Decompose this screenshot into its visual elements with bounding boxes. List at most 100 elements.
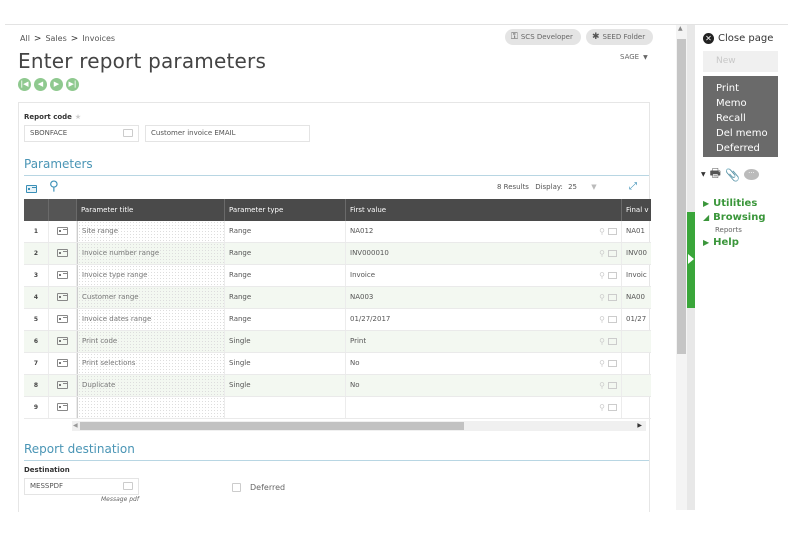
table-row[interactable]: 8 Duplicate Single No ⚲ [24, 375, 651, 397]
row-detail-icon[interactable] [57, 359, 68, 367]
lookup-icon[interactable]: ⚲ [599, 265, 605, 286]
destination-field[interactable]: MESSPDF [24, 478, 139, 495]
collapse-panel-handle[interactable] [687, 212, 695, 308]
menu-item-deferred[interactable]: Deferred [716, 141, 778, 156]
selection-icon[interactable] [608, 250, 617, 257]
lookup-icon[interactable]: ⚲ [599, 331, 605, 352]
first-value-cell[interactable]: Print ⚲ [346, 331, 622, 352]
next-record-icon[interactable]: ▶ [50, 78, 63, 91]
column-header-parameter-title[interactable]: Parameter title [77, 199, 225, 221]
final-value-cell[interactable] [622, 331, 651, 352]
lookup-icon[interactable]: ⚲ [599, 243, 605, 264]
row-detail-icon[interactable] [57, 271, 68, 279]
tree-item-reports[interactable]: Reports [703, 225, 765, 236]
comment-icon[interactable]: ··· [743, 169, 759, 180]
new-button[interactable]: New [703, 51, 778, 72]
table-row[interactable]: 5 Invoice dates range Range 01/27/2017 ⚲ 01/2… [24, 309, 651, 331]
display-dropdown-icon[interactable]: ▼ [591, 183, 596, 191]
paperclip-icon[interactable]: 📎 [725, 168, 740, 182]
selection-icon[interactable] [608, 360, 617, 367]
menu-item-recall[interactable]: Recall [716, 111, 778, 126]
row-detail-cell[interactable] [49, 331, 77, 352]
selection-icon[interactable] [608, 382, 617, 389]
final-value-cell[interactable]: NA01 [622, 221, 651, 242]
final-value-cell[interactable] [622, 353, 651, 374]
row-detail-icon[interactable] [57, 249, 68, 257]
breadcrumb-all[interactable]: All [20, 34, 30, 43]
column-header-first-value[interactable]: First value [346, 199, 622, 221]
row-detail-icon[interactable] [57, 337, 68, 345]
column-header-parameter-type[interactable]: Parameter type [225, 199, 346, 221]
first-value-cell[interactable]: NA012 ⚲ [346, 221, 622, 242]
final-value-cell[interactable] [622, 397, 651, 418]
close-page-button[interactable]: ✕ Close page [703, 33, 773, 44]
first-value-cell[interactable]: INV000010 ⚲ [346, 243, 622, 264]
row-detail-icon[interactable] [57, 315, 68, 323]
first-record-icon[interactable]: |◀ [18, 78, 31, 91]
row-detail-icon[interactable] [57, 381, 68, 389]
tree-item-utilities[interactable]: ▶ Utilities [703, 197, 765, 211]
selection-icon[interactable] [123, 482, 133, 490]
table-row[interactable]: 2 Invoice number range Range INV000010 ⚲ INV0… [24, 243, 651, 265]
expand-icon[interactable]: ⤢ [629, 181, 637, 192]
first-value-cell[interactable]: No ⚲ [346, 353, 622, 374]
dropdown-caret-icon[interactable]: ▼ [701, 171, 706, 178]
selection-icon[interactable] [608, 404, 617, 411]
row-detail-cell[interactable] [49, 243, 77, 264]
lookup-icon[interactable]: ⚲ [599, 287, 605, 308]
final-value-cell[interactable]: 01/27 [622, 309, 651, 330]
first-value-cell[interactable]: ⚲ [346, 397, 622, 418]
row-detail-cell[interactable] [49, 397, 77, 418]
display-value[interactable]: 25 [568, 183, 577, 191]
breadcrumb-sales[interactable]: Sales [45, 34, 66, 43]
row-detail-icon[interactable] [57, 403, 68, 411]
menu-item-memo[interactable]: Memo [716, 96, 778, 111]
printer-icon[interactable]: 🖶 [710, 164, 721, 185]
row-detail-icon[interactable] [57, 293, 68, 301]
selection-icon[interactable] [608, 338, 617, 345]
table-row[interactable]: 1 Site range Range NA012 ⚲ NA01 [24, 221, 651, 243]
scroll-left-icon[interactable]: ◀ [73, 421, 78, 431]
breadcrumb-invoices[interactable]: Invoices [82, 34, 115, 43]
lookup-icon[interactable]: ⚲ [599, 397, 605, 418]
horizontal-scroll-thumb[interactable] [80, 422, 464, 430]
table-row[interactable]: 6 Print code Single Print ⚲ [24, 331, 651, 353]
last-record-icon[interactable]: ▶| [66, 78, 79, 91]
horizontal-scrollbar[interactable]: ◀ ▶ [72, 421, 646, 431]
row-detail-cell[interactable] [49, 221, 77, 242]
scs-developer-button[interactable]: ⚿ SCS Developer [505, 29, 581, 45]
menu-item-del-memo[interactable]: Del memo [716, 126, 778, 141]
final-value-cell[interactable] [622, 375, 651, 396]
row-detail-icon[interactable] [57, 227, 68, 235]
table-row[interactable]: 3 Invoice type range Range Invoice ⚲ Invoic [24, 265, 651, 287]
seed-folder-button[interactable]: ✱ SEED Folder [586, 29, 654, 45]
detail-view-icon[interactable] [26, 183, 37, 196]
lookup-icon[interactable]: ⚲ [599, 375, 605, 396]
first-value-cell[interactable]: NA003 ⚲ [346, 287, 622, 308]
selection-icon[interactable] [608, 294, 617, 301]
menu-item-print[interactable]: Print [716, 81, 778, 96]
row-detail-cell[interactable] [49, 265, 77, 286]
tree-item-browsing[interactable]: ◢ Browsing [703, 211, 765, 225]
vertical-scroll-thumb[interactable] [677, 39, 686, 354]
final-value-cell[interactable]: NA00 [622, 287, 651, 308]
lookup-icon[interactable]: ⚲ [599, 221, 605, 242]
scroll-right-icon[interactable]: ▶ [637, 421, 642, 431]
selection-icon[interactable] [608, 272, 617, 279]
final-value-cell[interactable]: INV00 [622, 243, 651, 264]
lookup-icon[interactable]: ⚲ [599, 309, 605, 330]
previous-record-icon[interactable]: ◀ [34, 78, 47, 91]
vertical-scrollbar[interactable]: ▲ [676, 25, 687, 510]
report-code-field[interactable]: SBONFACE [24, 125, 139, 142]
selection-icon[interactable] [608, 228, 617, 235]
row-detail-cell[interactable] [49, 287, 77, 308]
folder-selector[interactable]: SAGE ▼ [620, 53, 648, 61]
column-header-final-value[interactable]: Final v [622, 199, 651, 221]
selection-icon[interactable] [608, 316, 617, 323]
first-value-cell[interactable]: No ⚲ [346, 375, 622, 396]
first-value-cell[interactable]: 01/27/2017 ⚲ [346, 309, 622, 330]
row-detail-cell[interactable] [49, 309, 77, 330]
lookup-icon[interactable]: ⚲ [599, 353, 605, 374]
table-row[interactable]: 9 ⚲ [24, 397, 651, 419]
table-row[interactable]: 7 Print selections Single No ⚲ [24, 353, 651, 375]
